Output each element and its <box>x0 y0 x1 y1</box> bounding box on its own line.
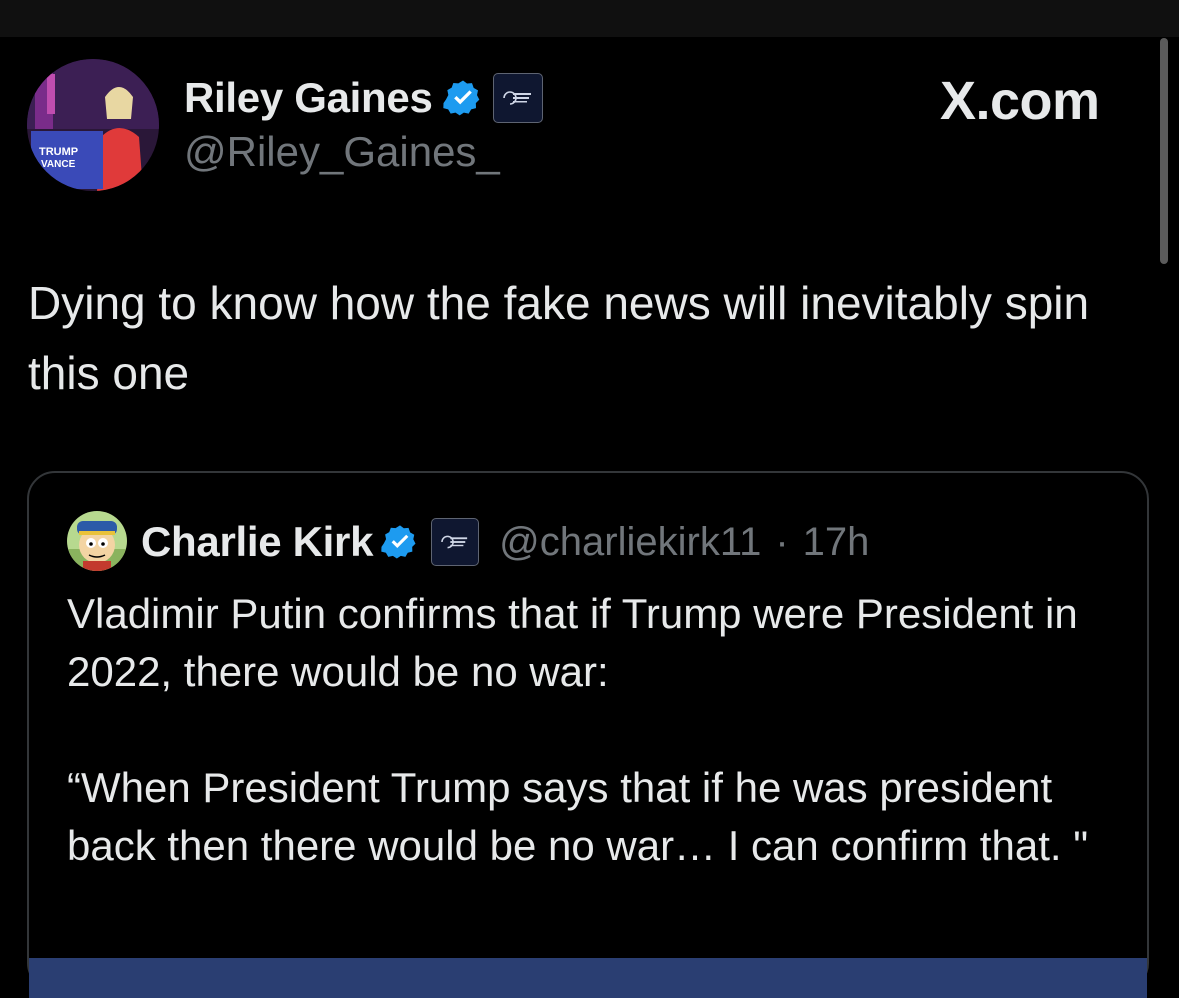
tweet-text: Dying to know how the fake news will ine… <box>28 277 1090 399</box>
quoted-author-handle[interactable]: @charliekirk11 <box>499 520 761 565</box>
cartoon-avatar-icon <box>67 511 127 571</box>
xcom-watermark: X.com <box>940 71 1100 131</box>
verified-badge-icon <box>381 525 416 559</box>
svg-text:TRUMP: TRUMP <box>39 146 78 158</box>
quoted-author-avatar[interactable] <box>67 511 127 571</box>
verified-badge-icon <box>442 80 479 116</box>
svg-text:VANCE: VANCE <box>41 159 76 170</box>
author-handle[interactable]: @Riley_Gaines_ <box>184 128 500 176</box>
quoted-tweet-text: Vladimir Putin confirms that if Trump we… <box>67 585 1127 875</box>
scrollbar[interactable] <box>1160 38 1168 264</box>
quoted-tweet-card[interactable]: Charlie Kirk @charliekirk11 · 17h Vladim… <box>27 471 1149 998</box>
affiliation-badge-icon[interactable] <box>492 73 543 123</box>
quoted-author-name[interactable]: Charlie Kirk <box>141 518 373 566</box>
quoted-paragraph: Vladimir Putin confirms that if Trump we… <box>67 590 1078 695</box>
dot-separator: · <box>775 519 789 564</box>
author-name[interactable]: Riley Gaines <box>184 74 433 122</box>
affiliation-badge-icon[interactable] <box>431 518 480 566</box>
quoted-paragraph: “When President Trump says that if he wa… <box>67 764 1089 869</box>
top-status-bar <box>0 0 1179 37</box>
author-name-row: Riley Gaines <box>184 72 543 124</box>
quoted-timestamp[interactable]: 17h <box>803 520 870 565</box>
avatar-photo: TRUMP VANCE <box>27 59 159 191</box>
author-avatar[interactable]: TRUMP VANCE <box>27 59 159 191</box>
quoted-author-row: Charlie Kirk @charliekirk11 · 17h <box>141 515 869 569</box>
quoted-media-preview[interactable] <box>29 958 1147 998</box>
